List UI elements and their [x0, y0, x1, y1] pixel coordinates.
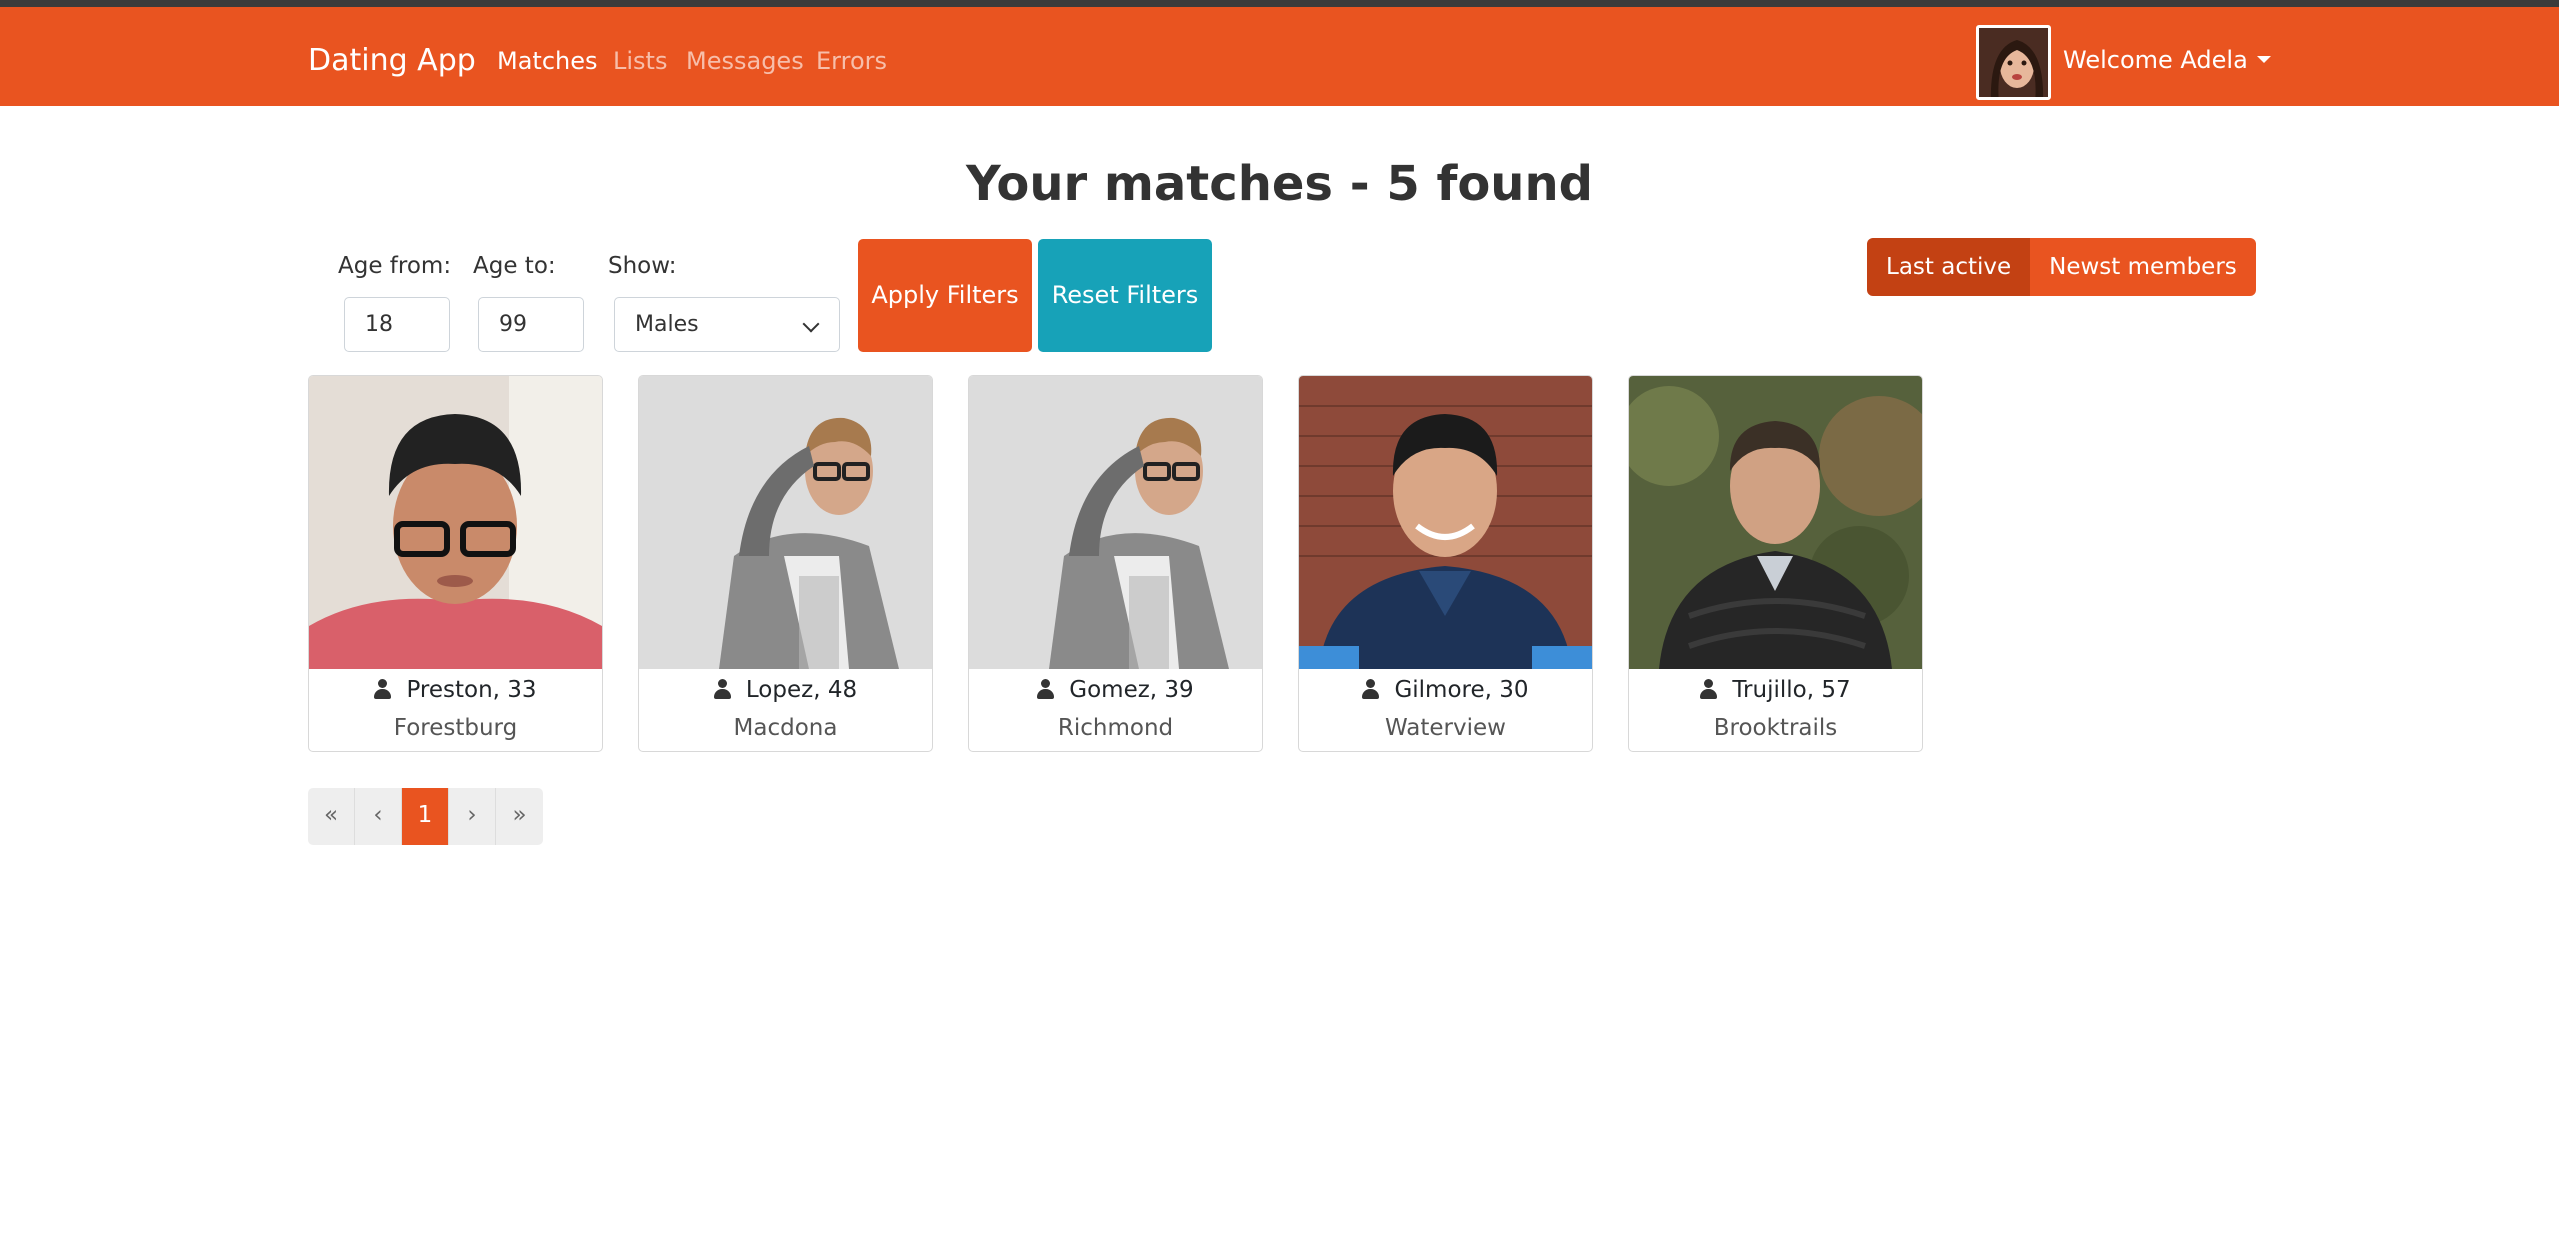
gender-select[interactable]: Males — [614, 297, 840, 352]
age-from-label: Age from: — [338, 253, 452, 279]
sort-newest-members-button[interactable]: Newst members — [2030, 238, 2256, 296]
gender-select-value: Males — [635, 312, 699, 337]
age-to-input[interactable]: 99 — [478, 297, 584, 352]
apply-filters-button[interactable]: Apply Filters — [858, 239, 1032, 352]
user-avatar[interactable] — [1976, 25, 2051, 100]
sort-button-group: Last active Newst members — [1867, 238, 2256, 296]
nav-link-messages[interactable]: Messages — [686, 45, 804, 77]
member-city: Brooktrails — [1713, 715, 1838, 741]
member-name: Gomez, 39 — [969, 672, 1262, 708]
reset-filters-button[interactable]: Reset Filters — [1038, 239, 1212, 352]
pagination: « ‹ 1 › » — [308, 788, 543, 845]
page-title: Your matches - 5 found — [966, 156, 1593, 212]
navbar: Dating App Matches Lists Messages Errors… — [0, 7, 2559, 106]
age-from-input[interactable]: 18 — [344, 297, 450, 352]
user-icon — [374, 678, 392, 699]
member-city: Forestburg — [393, 715, 518, 741]
member-photo — [1629, 376, 1922, 669]
show-label: Show: — [608, 253, 677, 279]
member-card[interactable]: Preston, 33 Forestburg — [308, 375, 603, 752]
page-next-button[interactable]: › — [449, 788, 496, 845]
member-city: Richmond — [1057, 715, 1174, 741]
user-menu-toggle[interactable]: Welcome Adela — [2063, 43, 2271, 77]
nav-link-errors[interactable]: Errors — [816, 45, 887, 77]
page-last-button[interactable]: » — [496, 788, 543, 845]
member-photo — [309, 376, 602, 669]
window-top-border — [0, 0, 2559, 7]
member-photo — [1299, 376, 1592, 669]
nav-link-matches[interactable]: Matches — [497, 45, 598, 77]
page-prev-button[interactable]: ‹ — [355, 788, 402, 845]
member-name: Lopez, 48 — [639, 672, 932, 708]
user-icon — [1362, 678, 1380, 699]
chevron-down-icon — [802, 315, 820, 333]
nav-link-lists[interactable]: Lists — [613, 45, 667, 77]
member-city: Macdona — [733, 715, 838, 741]
member-card[interactable]: Trujillo, 57 Brooktrails — [1628, 375, 1923, 752]
member-name: Trujillo, 57 — [1629, 672, 1922, 708]
user-icon — [713, 678, 731, 699]
caret-down-icon — [2256, 55, 2271, 63]
sort-last-active-button[interactable]: Last active — [1867, 238, 2031, 296]
member-card[interactable]: Gilmore, 30 Waterview — [1298, 375, 1593, 752]
member-city: Waterview — [1385, 715, 1506, 741]
member-card[interactable]: Lopez, 48 Macdona — [638, 375, 933, 752]
member-photo — [639, 376, 932, 669]
age-to-label: Age to: — [473, 253, 556, 279]
member-name: Preston, 33 — [309, 672, 602, 708]
welcome-text: Welcome Adela — [2063, 46, 2248, 74]
user-icon — [1700, 678, 1718, 699]
user-icon — [1037, 678, 1055, 699]
member-photo — [969, 376, 1262, 669]
member-name: Gilmore, 30 — [1299, 672, 1592, 708]
brand-link[interactable]: Dating App — [308, 41, 476, 81]
member-card[interactable]: Gomez, 39 Richmond — [968, 375, 1263, 752]
page-first-button[interactable]: « — [308, 788, 355, 845]
page-number-button[interactable]: 1 — [402, 788, 449, 845]
